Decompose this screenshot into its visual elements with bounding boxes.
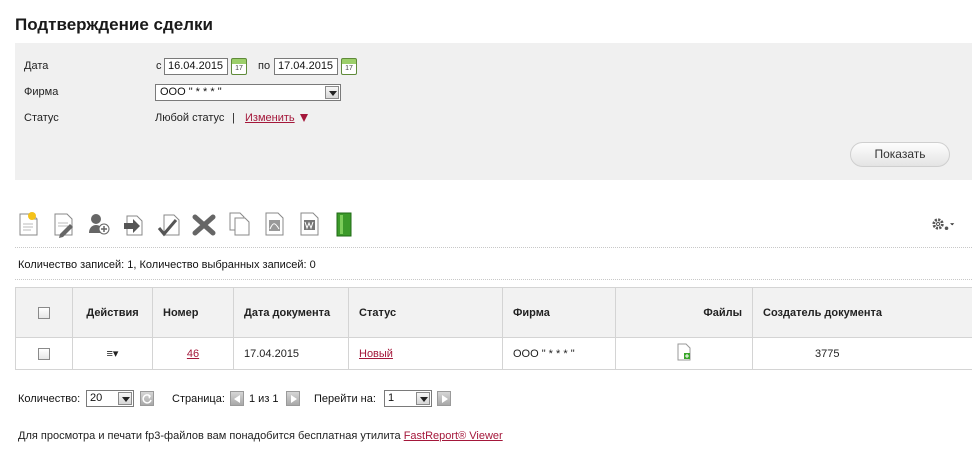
chevron-down-icon[interactable] <box>118 392 132 405</box>
word-export-icon[interactable] <box>297 210 321 238</box>
deals-table: Действия Номер Дата документа Статус Фир… <box>15 287 972 370</box>
menu-icon[interactable]: ≡▾ <box>107 348 119 360</box>
select-all-cell <box>15 287 73 338</box>
table-row: ≡▾ 46 17.04.2015 Новый ООО " * * * " 377… <box>15 337 972 370</box>
row-firm: ООО " * * * " <box>502 337 616 370</box>
date-from-calendar-icon[interactable]: 17 <box>231 58 247 75</box>
page-label: Страница: <box>172 393 225 405</box>
pager: Количество: 20 Страница: 1 из 1 Перейти … <box>18 390 972 410</box>
goto-dropdown[interactable] <box>416 392 430 405</box>
count-label: Количество: <box>18 393 81 405</box>
show-button[interactable]: Показать <box>850 142 950 167</box>
refresh-icon[interactable] <box>140 391 154 406</box>
date-from-prefix: с <box>156 60 162 72</box>
copy-icon[interactable] <box>227 210 251 238</box>
row-creator: 3775 <box>752 337 972 370</box>
toolbar <box>15 210 972 242</box>
row-status-link[interactable]: Новый <box>359 348 393 360</box>
forward-icon[interactable] <box>122 210 146 238</box>
filter-panel: Дата с 16.04.2015 17 по 17.04.2015 17 Фи… <box>15 43 972 180</box>
prev-page-icon[interactable] <box>230 391 244 406</box>
go-arrow-icon[interactable] <box>437 391 451 406</box>
status-change-link[interactable]: Изменить <box>245 112 295 124</box>
count-dropdown[interactable] <box>118 392 132 405</box>
row-status-cell: Новый <box>348 337 503 370</box>
page-title: Подтверждение сделки <box>15 15 213 34</box>
firm-select[interactable]: ООО " * * * " <box>155 84 341 101</box>
edit-document-icon[interactable] <box>52 210 76 238</box>
firm-label: Фирма <box>24 86 59 98</box>
date-to-input[interactable]: 17.04.2015 <box>274 58 338 75</box>
add-file-icon[interactable] <box>676 343 692 364</box>
footer-note: Для просмотра и печати fp3-файлов вам по… <box>18 430 503 442</box>
chevron-down-icon[interactable] <box>325 86 339 99</box>
row-files-cell <box>615 337 753 370</box>
new-document-icon[interactable] <box>17 210 41 238</box>
count-value: 20 <box>90 392 103 404</box>
page-info: 1 из 1 <box>249 393 279 405</box>
select-all-checkbox[interactable] <box>38 306 50 319</box>
footer-note-text: Для просмотра и печати fp3-файлов вам по… <box>18 430 401 442</box>
caret-down-icon[interactable] <box>300 114 308 122</box>
date-to-calendar-icon[interactable]: 17 <box>341 58 357 75</box>
sign-icon[interactable] <box>157 210 181 238</box>
goto-label: Перейти на: <box>314 393 376 405</box>
col-files[interactable]: Файлы <box>615 287 753 338</box>
chevron-down-icon[interactable] <box>416 392 430 405</box>
status-separator: | <box>232 112 235 124</box>
date-to-prefix: по <box>258 60 271 72</box>
assign-user-icon[interactable] <box>87 210 111 238</box>
row-number-link[interactable]: 46 <box>187 348 199 360</box>
records-info: Количество записей: 1, Количество выбран… <box>18 259 316 271</box>
firm-select-value: ООО " * * * " <box>160 86 222 98</box>
delete-icon[interactable] <box>192 210 216 238</box>
col-status[interactable]: Статус <box>348 287 503 338</box>
col-date[interactable]: Дата документа <box>233 287 349 338</box>
row-number-cell: 46 <box>152 337 234 370</box>
col-actions[interactable]: Действия <box>72 287 153 338</box>
archive-icon[interactable] <box>332 210 356 238</box>
row-date: 17.04.2015 <box>233 337 349 370</box>
separator <box>15 279 972 280</box>
goto-value: 1 <box>388 392 395 404</box>
next-page-icon[interactable] <box>286 391 300 406</box>
fastreport-viewer-link[interactable]: FastReport® Viewer <box>404 430 503 442</box>
date-from-input[interactable]: 16.04.2015 <box>164 58 228 75</box>
count-select[interactable]: 20 <box>86 390 134 407</box>
separator <box>15 247 972 248</box>
status-value: Любой статус <box>155 112 225 124</box>
row-select-cell <box>15 337 73 370</box>
row-checkbox[interactable] <box>38 347 50 360</box>
col-creator[interactable]: Создатель документа <box>752 287 972 338</box>
row-actions-menu[interactable]: ≡▾ <box>72 337 153 370</box>
settings-gear-icon[interactable] <box>931 210 965 238</box>
pdf-export-icon[interactable] <box>262 210 286 238</box>
goto-select[interactable]: 1 <box>384 390 432 407</box>
table-header-row: Действия Номер Дата документа Статус Фир… <box>15 287 972 338</box>
col-firm[interactable]: Фирма <box>502 287 616 338</box>
col-number[interactable]: Номер <box>152 287 234 338</box>
status-label: Статус <box>24 112 59 124</box>
date-label: Дата <box>24 60 49 72</box>
